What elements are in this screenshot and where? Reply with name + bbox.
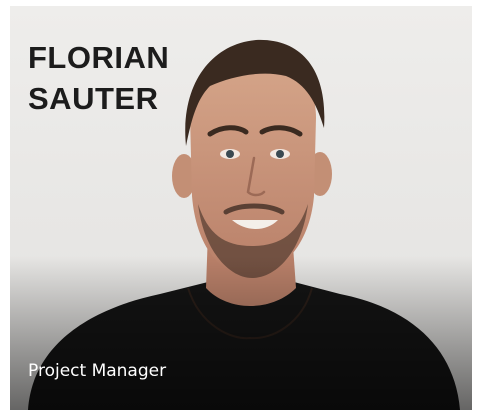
person-name-last: SAUTER [28,81,159,116]
profile-card[interactable]: FLORIAN SAUTER Project Manager [10,6,472,410]
person-role: Project Manager [28,361,167,381]
person-name-first: FLORIAN [28,40,170,75]
